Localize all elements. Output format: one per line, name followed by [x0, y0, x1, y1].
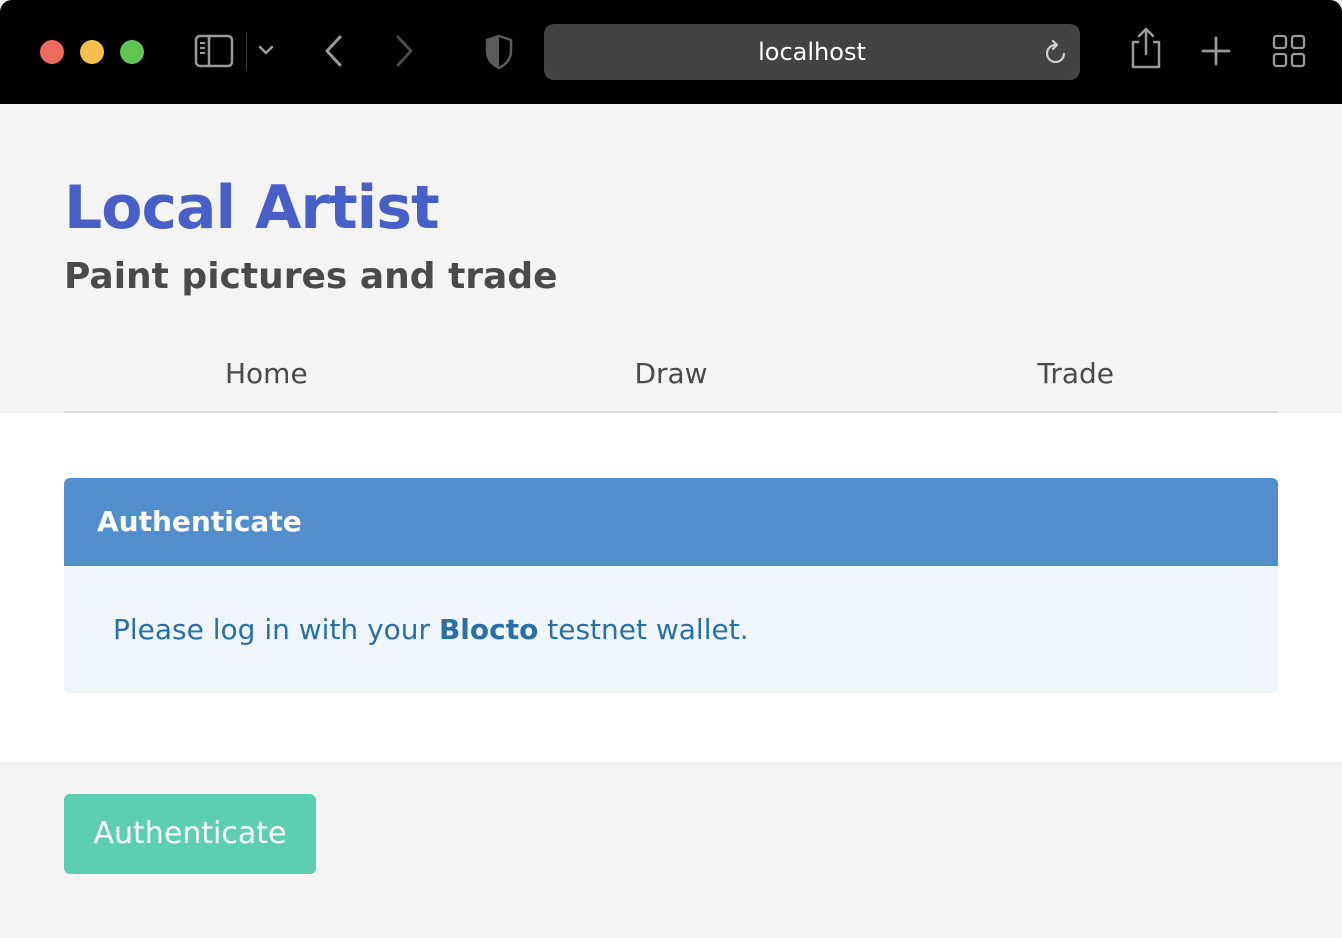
tab-home[interactable]: Home — [64, 348, 469, 411]
page-content: Local Artist Paint pictures and trade Ho… — [0, 104, 1342, 938]
new-tab-icon[interactable] — [1200, 35, 1232, 67]
content-section: Authenticate Please log in with your Blo… — [0, 413, 1342, 762]
url-text: localhost — [758, 38, 866, 66]
message-body-prefix: Please log in with your — [113, 613, 439, 646]
wallet-name: Blocto — [438, 613, 539, 646]
message-body: Please log in with your Blocto testnet w… — [64, 566, 1278, 650]
footer-section: Authenticate — [0, 762, 1342, 938]
chevron-down-icon[interactable] — [258, 44, 274, 58]
message-header: Authenticate — [64, 478, 1278, 566]
zoom-window-button[interactable] — [120, 40, 144, 64]
browser-toolbar: localhost — [0, 0, 1342, 104]
reload-icon[interactable] — [1044, 40, 1068, 66]
auth-message: Authenticate Please log in with your Blo… — [64, 478, 1278, 693]
address-bar[interactable]: localhost — [544, 24, 1080, 80]
toolbar-separator — [246, 32, 247, 70]
page-subtitle: Paint pictures and trade — [64, 256, 558, 297]
tab-trade[interactable]: Trade — [873, 348, 1278, 411]
sidebar-icon[interactable] — [194, 34, 234, 68]
browser-window: localhost Local Artist Paint pictures an… — [0, 0, 1342, 938]
back-icon[interactable] — [322, 34, 346, 68]
tab-overview-icon[interactable] — [1272, 34, 1306, 68]
minimize-window-button[interactable] — [80, 40, 104, 64]
page-title: Local Artist — [64, 173, 440, 243]
shield-icon[interactable] — [484, 34, 514, 70]
close-window-button[interactable] — [40, 40, 64, 64]
authenticate-button[interactable]: Authenticate — [64, 794, 316, 874]
forward-icon[interactable] — [392, 34, 416, 68]
share-icon[interactable] — [1128, 26, 1164, 70]
main-tabs: Home Draw Trade — [64, 348, 1278, 413]
hero-section: Local Artist Paint pictures and trade Ho… — [0, 104, 1342, 413]
tab-draw[interactable]: Draw — [469, 348, 874, 411]
message-body-suffix: testnet wallet. — [538, 613, 749, 646]
